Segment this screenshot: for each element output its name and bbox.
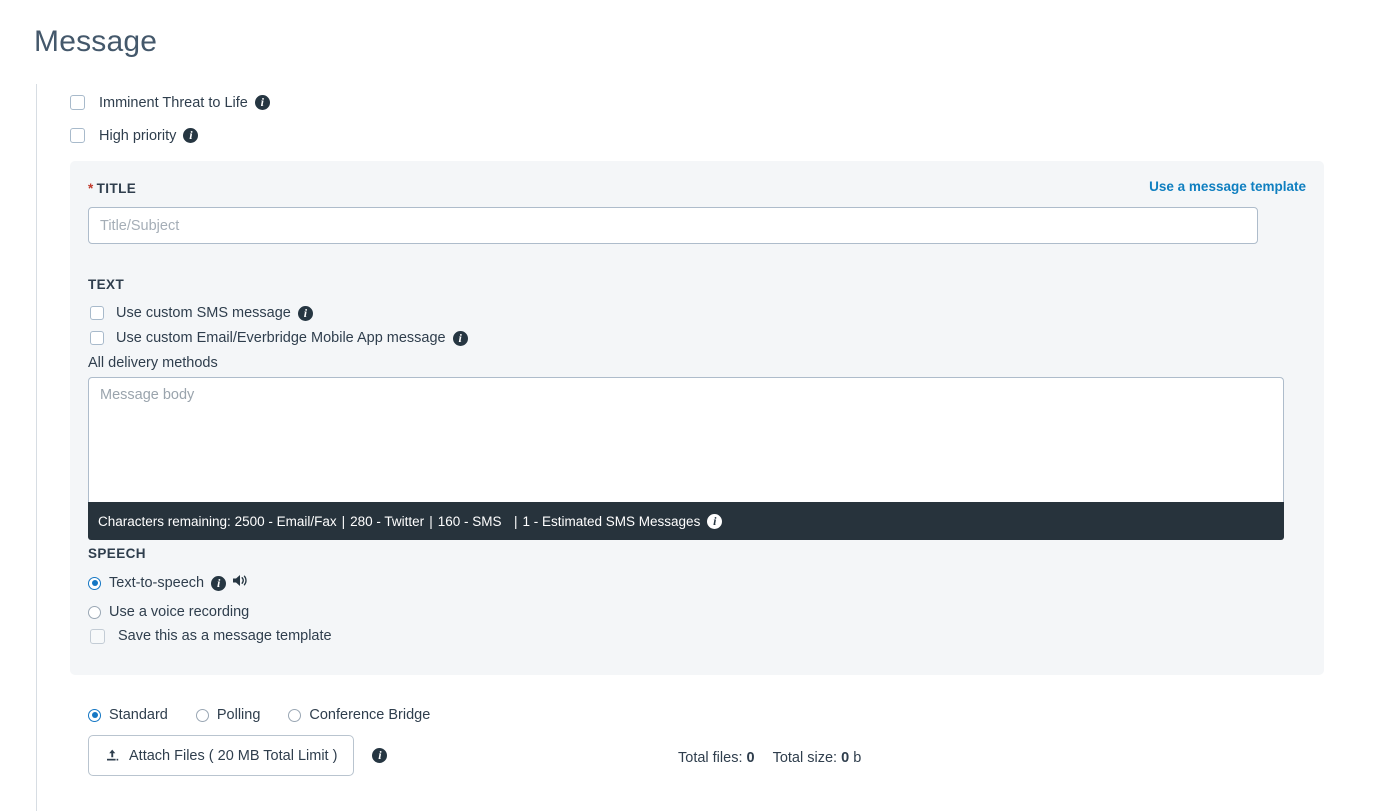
counter-item-twitter: 280 - Twitter (350, 513, 425, 529)
voice-recording-label: Use a voice recording (109, 604, 250, 620)
polling-radio[interactable] (195, 708, 209, 722)
checkbox-row-custom-sms[interactable]: Use custom SMS message i (90, 302, 468, 324)
info-icon[interactable]: i (211, 575, 227, 591)
total-size-label: Total size: (772, 750, 838, 766)
counter-item-estimated-sms: 1 - Estimated SMS Messages (522, 513, 701, 529)
attach-files-button[interactable]: Attach Files ( 20 MB Total Limit ) (88, 735, 355, 776)
total-files-label: Total files: (678, 750, 743, 766)
speech-section-label: SPEECH (88, 546, 146, 561)
save-template-label: Save this as a message template (118, 628, 332, 644)
total-files-value: 0 (746, 750, 755, 766)
radio-row-conference-bridge[interactable]: Conference Bridge (288, 703, 430, 727)
custom-email-checkbox[interactable] (90, 331, 104, 345)
character-counter-bar: Characters remaining: 2500 - Email/Fax |… (88, 502, 1284, 540)
priority-options-group: Imminent Threat to Life i High priority … (70, 90, 670, 156)
title-label-text: TITLE (96, 181, 137, 196)
conference-bridge-radio[interactable] (288, 708, 302, 722)
text-to-speech-label: Text-to-speech (109, 575, 205, 591)
voice-recording-radio[interactable] (88, 605, 101, 619)
required-asterisk: * (88, 181, 94, 196)
total-size-value: 0 (841, 750, 850, 766)
text-section-label: TEXT (88, 277, 125, 292)
info-icon[interactable]: i (707, 513, 723, 529)
message-form-page: Message Imminent Threat to Life i High p… (0, 0, 1373, 811)
high-priority-checkbox[interactable] (70, 128, 85, 143)
attachment-totals: Total files: 0 Total size: 0 b (678, 750, 861, 766)
use-message-template-link[interactable]: Use a message template (1149, 179, 1306, 194)
message-body-textarea[interactable] (88, 377, 1284, 502)
total-size-unit: b (853, 750, 862, 766)
section-divider-rule (36, 84, 37, 811)
radio-row-text-to-speech[interactable]: Text-to-speech i (88, 571, 249, 595)
radio-row-polling[interactable]: Polling (195, 703, 261, 727)
counter-item-email-fax: 2500 - Email/Fax (234, 513, 337, 529)
counter-separator: | (341, 513, 346, 529)
checkbox-row-imminent-threat[interactable]: Imminent Threat to Life i (70, 90, 670, 115)
custom-sms-checkbox[interactable] (90, 306, 104, 320)
title-input[interactable] (88, 207, 1258, 244)
counter-item-sms: 160 - SMS (437, 513, 502, 529)
message-type-group: Standard Polling Conference Bridge (88, 703, 458, 727)
page-title: Message (34, 25, 158, 58)
attach-files-row: Attach Files ( 20 MB Total Limit ) i (88, 735, 388, 776)
message-panel: *TITLE Use a message template TEXT Use c… (70, 161, 1324, 675)
custom-sms-label: Use custom SMS message (116, 305, 291, 321)
info-icon[interactable]: i (372, 748, 388, 763)
counter-separator: | (506, 513, 518, 529)
delivery-methods-note: All delivery methods (88, 355, 218, 371)
text-options-group: Use custom SMS message i Use custom Emai… (90, 302, 468, 352)
custom-email-label: Use custom Email/Everbridge Mobile App m… (116, 330, 446, 346)
polling-label: Polling (216, 707, 261, 723)
radio-row-voice-recording[interactable]: Use a voice recording (88, 600, 249, 624)
info-icon[interactable]: i (183, 128, 199, 143)
speaker-icon[interactable] (232, 573, 249, 593)
text-to-speech-radio[interactable] (88, 576, 101, 590)
upload-icon (105, 748, 120, 763)
checkbox-row-high-priority[interactable]: High priority i (70, 123, 670, 148)
imminent-threat-label: Imminent Threat to Life (99, 94, 248, 111)
speech-options-group: Text-to-speech i Use a voice recording (88, 571, 249, 629)
high-priority-label: High priority (99, 127, 177, 144)
save-template-checkbox[interactable] (90, 628, 105, 644)
save-template-row[interactable]: Save this as a message template (90, 628, 332, 644)
counter-separator: | (429, 513, 433, 529)
checkbox-row-custom-email[interactable]: Use custom Email/Everbridge Mobile App m… (90, 327, 468, 349)
title-field-label: * TITLE (88, 181, 136, 196)
info-icon[interactable]: i (254, 95, 270, 110)
conference-bridge-label: Conference Bridge (309, 707, 431, 723)
info-icon[interactable]: i (452, 330, 468, 346)
standard-label: Standard (109, 707, 168, 723)
standard-radio[interactable] (88, 708, 101, 722)
attach-files-label: Attach Files ( 20 MB Total Limit ) (129, 747, 338, 764)
imminent-threat-checkbox[interactable] (70, 95, 85, 110)
counter-prefix: Characters remaining: (98, 513, 231, 529)
info-icon[interactable]: i (297, 305, 313, 321)
radio-row-standard[interactable]: Standard (88, 703, 168, 727)
